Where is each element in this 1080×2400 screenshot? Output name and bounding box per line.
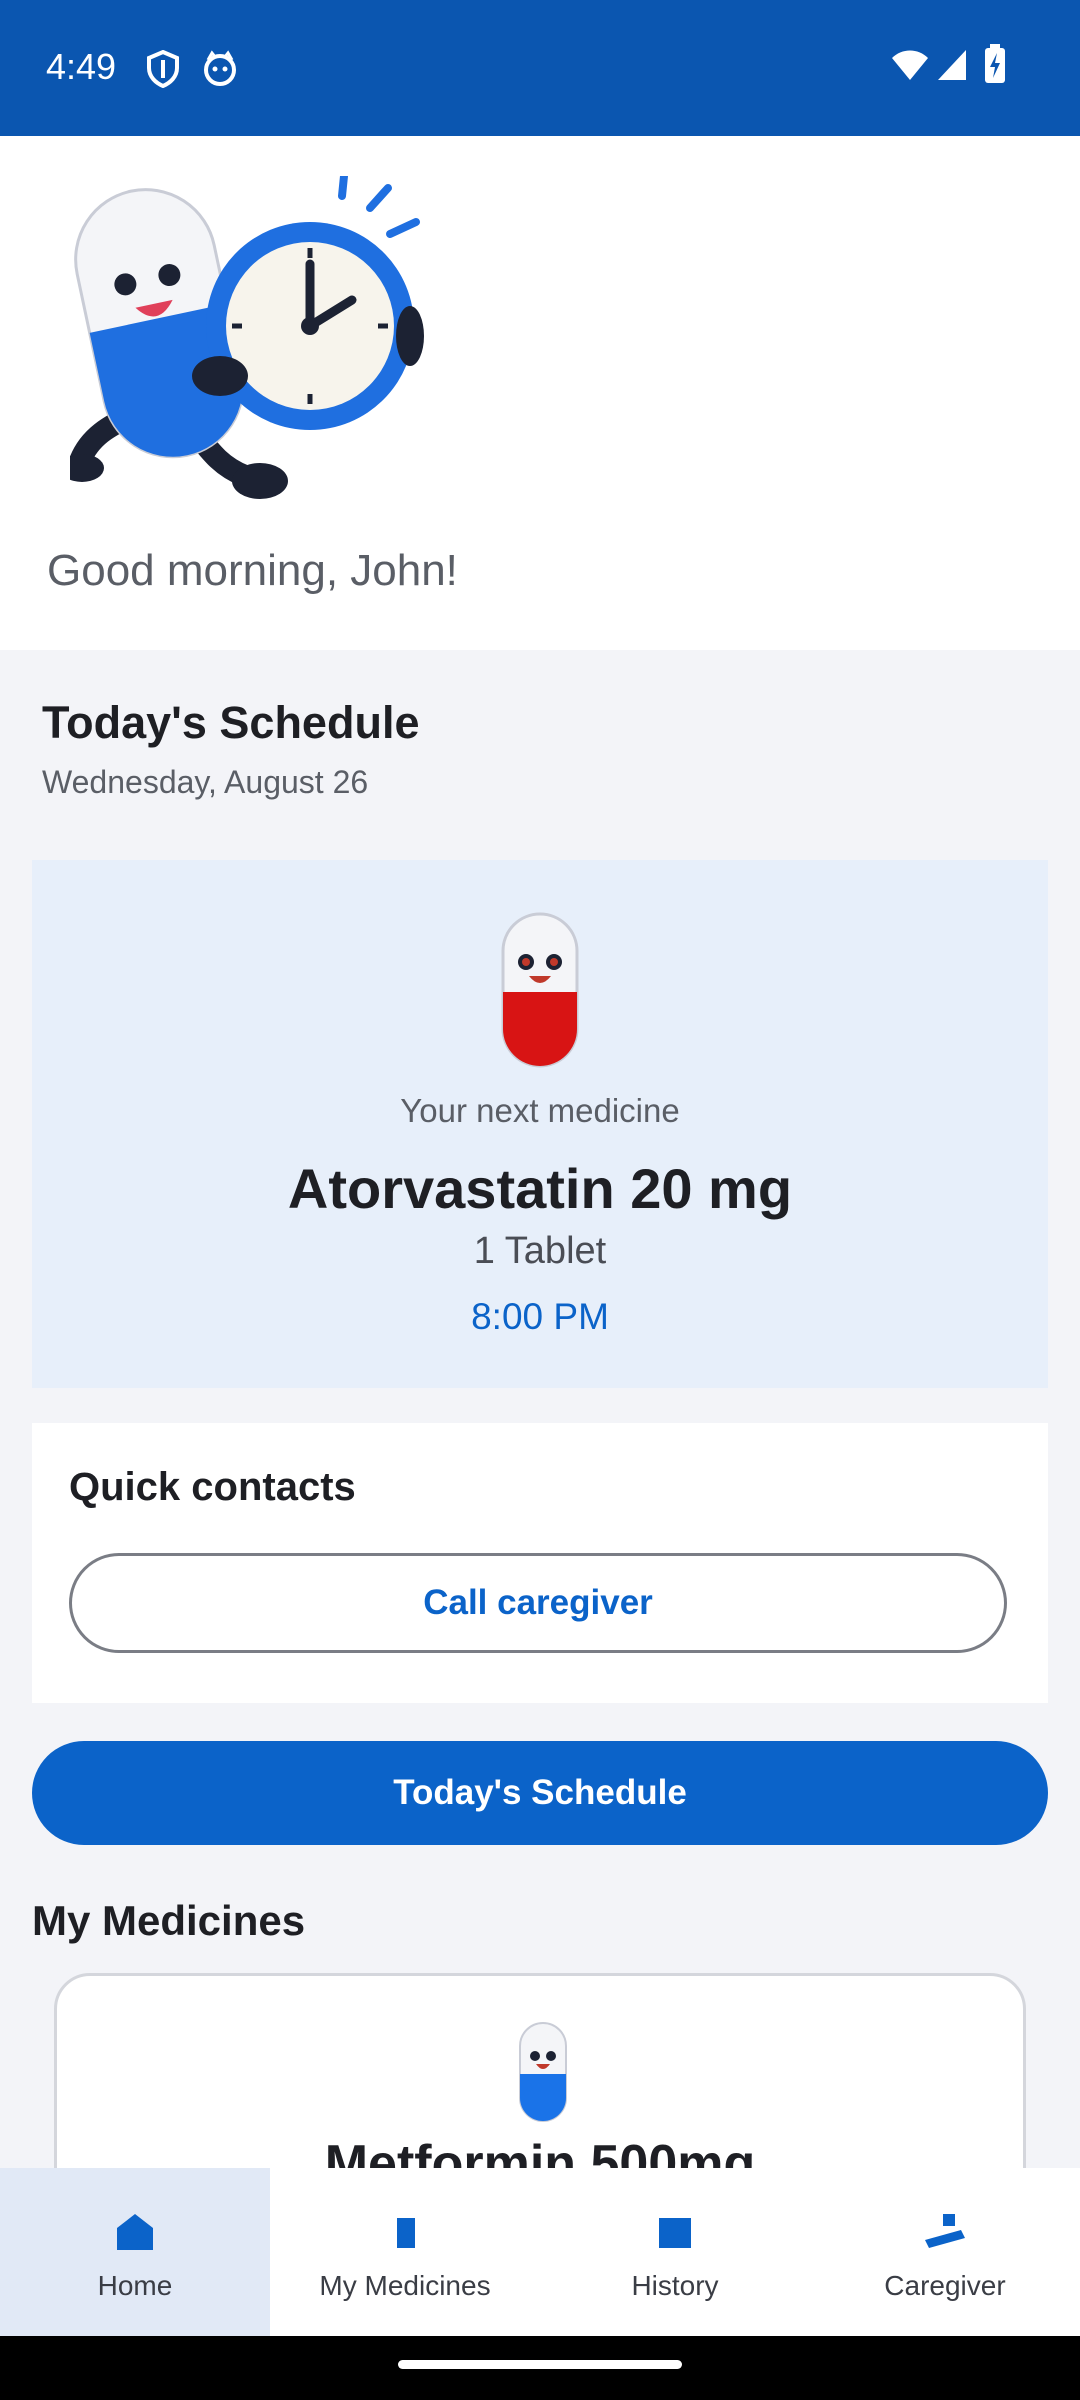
- status-time: 4:49: [46, 46, 117, 87]
- greeting-text: Good morning, John!: [47, 546, 458, 595]
- battery-charging-icon: [985, 44, 1005, 83]
- caregiver-icon: [925, 2214, 965, 2248]
- signal-icon: [938, 50, 966, 80]
- quick-contacts-card: Quick contacts Call caregiver: [32, 1423, 1048, 1703]
- next-medicine-dose: 1 Tablet: [473, 1230, 607, 1272]
- quick-contacts-title: Quick contacts: [69, 1465, 356, 1509]
- nav-item-history[interactable]: History: [540, 2168, 810, 2336]
- home-icon: [117, 2214, 153, 2250]
- nav-label-history: History: [631, 2270, 719, 2301]
- next-medicine-label: Your next medicine: [400, 1092, 680, 1129]
- pill-icon: [397, 2218, 415, 2248]
- schedule-title: Today's Schedule: [42, 697, 420, 748]
- nav-item-my-medicines[interactable]: My Medicines: [270, 2168, 540, 2336]
- cat-icon: [204, 50, 236, 86]
- shield-icon: [147, 50, 179, 88]
- todays-schedule-button[interactable]: Today's Schedule: [32, 1741, 1048, 1845]
- history-icon: [659, 2218, 691, 2248]
- call-caregiver-button[interactable]: Call caregiver: [69, 1553, 1007, 1653]
- nav-label-home: Home: [97, 2270, 173, 2301]
- next-medicine-card[interactable]: Your next medicine Atorvastatin 20 mg 1 …: [32, 860, 1048, 1388]
- nav-item-home[interactable]: Home: [0, 2168, 270, 2336]
- next-medicine-name: Atorvastatin 20 mg: [287, 1157, 793, 1220]
- app-screen: 4:49 Good morning, John! Today's Schedul…: [0, 0, 1080, 2400]
- blue-pill-icon: [519, 2022, 567, 2122]
- bottom-navigation: Home My Medicines History Caregiver: [0, 2168, 1080, 2336]
- nav-label-my-medicines: My Medicines: [319, 2270, 491, 2301]
- nav-label-caregiver: Caregiver: [884, 2270, 1006, 2301]
- running-pill-clock-illustration: [70, 176, 424, 499]
- hero-section: Good morning, John!: [0, 136, 1080, 650]
- status-bar: 4:49: [0, 0, 1080, 136]
- next-medicine-time: 8:00 PM: [471, 1296, 609, 1337]
- wifi-icon: [892, 50, 928, 80]
- red-pill-icon: [501, 912, 579, 1068]
- home-gesture-handle[interactable]: [398, 2360, 682, 2369]
- my-medicines-title: My Medicines: [32, 1897, 306, 1944]
- nav-item-caregiver[interactable]: Caregiver: [810, 2168, 1080, 2336]
- schedule-date: Wednesday, August 26: [42, 764, 369, 800]
- gesture-navigation-bar: [0, 2336, 1080, 2400]
